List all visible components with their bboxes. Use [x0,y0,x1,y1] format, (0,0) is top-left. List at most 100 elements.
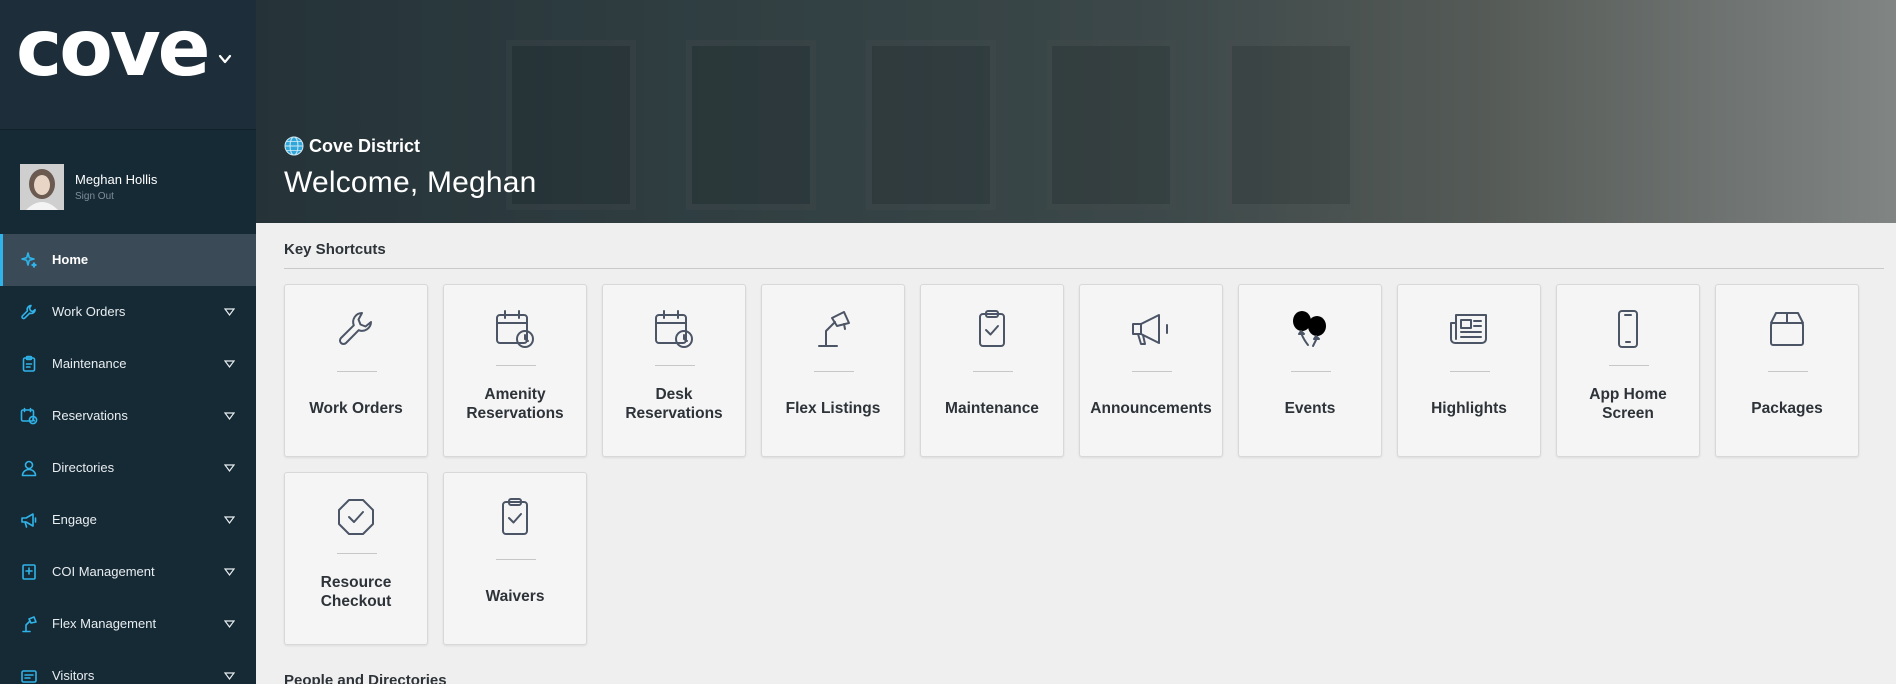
person-icon [21,460,37,477]
district-selector[interactable]: Cove District [284,135,420,157]
tile-divider [814,371,854,372]
megaphone-icon [21,513,37,528]
sidebar-item-label: Engage [52,512,97,527]
caret-down-icon[interactable] [224,516,235,524]
sidebar-item-maintenance[interactable]: Maintenance [0,338,256,390]
wrench-icon [21,304,36,320]
tile-divider [496,365,536,366]
tile-label: Waivers [485,587,545,605]
hexagon-check-icon [338,499,374,535]
avatar [20,164,64,210]
caret-down-icon[interactable] [224,308,235,316]
shortcut-maintenance[interactable]: Maintenance [920,284,1064,457]
phone-icon [1618,310,1638,348]
caret-down-icon[interactable] [224,360,235,368]
user-name: Meghan Hollis [75,172,158,187]
shortcut-events[interactable]: Events [1238,284,1382,457]
tile-label: Events [1284,399,1336,417]
tile-divider [1609,365,1649,366]
shortcut-highlights[interactable]: Highlights [1397,284,1541,457]
section-divider [284,268,1884,269]
section-title-people-and-directories: People and Directories [284,672,447,684]
shortcut-waivers[interactable]: Waivers [443,472,587,645]
sidebar-item-directories[interactable]: Directories [0,442,256,494]
tile-label: Maintenance [945,399,1039,417]
sidebar-item-label: Home [52,252,89,267]
sidebar-item-label: Visitors [52,668,95,683]
hero-banner: Cove District Welcome, Meghan [256,0,1896,223]
sidebar-item-label: Work Orders [52,304,126,319]
page-title: Welcome, Meghan [284,166,537,199]
chevron-down-icon[interactable] [218,52,232,66]
calendar-clock-icon [496,310,534,348]
tile-label: Announcements [1090,399,1212,417]
tile-divider [1291,371,1331,372]
tile-divider [655,365,695,366]
sparkle-icon [21,252,37,268]
sidebar-item-work-orders[interactable]: Work Orders [0,286,256,338]
tile-label: Highlights [1431,399,1507,417]
sidebar: cove Meghan Hollis Sign Out Home Work Or… [0,0,256,684]
sidebar-item-label: Reservations [52,408,128,423]
tile-label: Resource Checkout [320,574,392,610]
sign-out-link[interactable]: Sign Out [75,191,114,202]
sidebar-item-label: Directories [52,460,115,475]
clipboard-icon [22,355,36,372]
tile-divider [496,559,536,560]
main-content: Key Shortcuts Work Orders Amenity Reserv… [256,223,1896,684]
calendar-clock-icon [20,407,38,425]
shortcut-work-orders[interactable]: Work Orders [284,284,428,457]
clipboard-check-icon [502,498,528,535]
tile-divider [1768,371,1808,372]
tile-divider [1132,371,1172,372]
district-name: Cove District [309,135,421,156]
clipboard-check-icon [979,310,1005,347]
tile-label: Desk Reservations [625,386,723,422]
shortcut-packages[interactable]: Packages [1715,284,1859,457]
balloons-icon [1293,311,1326,347]
shortcut-announcements[interactable]: Announcements [1079,284,1223,457]
tile-divider [337,553,377,554]
sidebar-nav: Home Work Orders Maintenance Reservation… [0,234,256,684]
sidebar-item-label: Flex Management [52,616,157,631]
caret-down-icon[interactable] [224,412,235,420]
tile-label: Flex Listings [785,399,881,417]
shortcut-resource-checkout[interactable]: Resource Checkout [284,472,428,645]
shortcut-flex-listings[interactable]: Flex Listings [761,284,905,457]
tile-label: Amenity Reservations [466,386,564,422]
sidebar-item-engage[interactable]: Engage [0,494,256,546]
cove-logo: cove [16,4,211,94]
certificate-icon [22,564,36,580]
brand-header[interactable]: cove [0,0,256,130]
caret-down-icon[interactable] [224,464,235,472]
sidebar-item-coi-management[interactable]: COI Management [0,546,256,598]
section-title-key-shortcuts: Key Shortcuts [284,241,386,258]
newspaper-icon [1450,314,1487,344]
sidebar-item-visitors[interactable]: Visitors [0,650,256,684]
caret-down-icon[interactable] [224,620,235,628]
shortcut-desk-reservations[interactable]: Desk Reservations [602,284,746,457]
tile-label: Work Orders [309,399,403,417]
tile-label: App Home Screen [1589,386,1667,422]
shortcut-app-home-screen[interactable]: App Home Screen [1556,284,1700,457]
caret-down-icon[interactable] [224,568,235,576]
tile-divider [337,371,377,372]
desk-lamp-icon [22,616,37,633]
user-profile: Meghan Hollis Sign Out [20,164,240,210]
desk-lamp-icon [818,311,850,347]
tile-divider [973,371,1013,372]
wrench-icon [338,312,372,346]
caret-down-icon[interactable] [224,672,235,680]
sidebar-item-label: Maintenance [52,356,127,371]
megaphone-icon [1132,314,1168,345]
globe-icon [284,136,304,156]
sidebar-item-reservations[interactable]: Reservations [0,390,256,442]
calendar-clock-icon [655,310,693,348]
tile-divider [1450,371,1490,372]
sidebar-item-home[interactable]: Home [0,234,256,286]
tile-label: Packages [1751,399,1823,417]
shortcut-amenity-reservations[interactable]: Amenity Reservations [443,284,587,457]
package-icon [1770,312,1804,346]
sidebar-item-label: COI Management [52,564,155,579]
sidebar-item-flex-management[interactable]: Flex Management [0,598,256,650]
